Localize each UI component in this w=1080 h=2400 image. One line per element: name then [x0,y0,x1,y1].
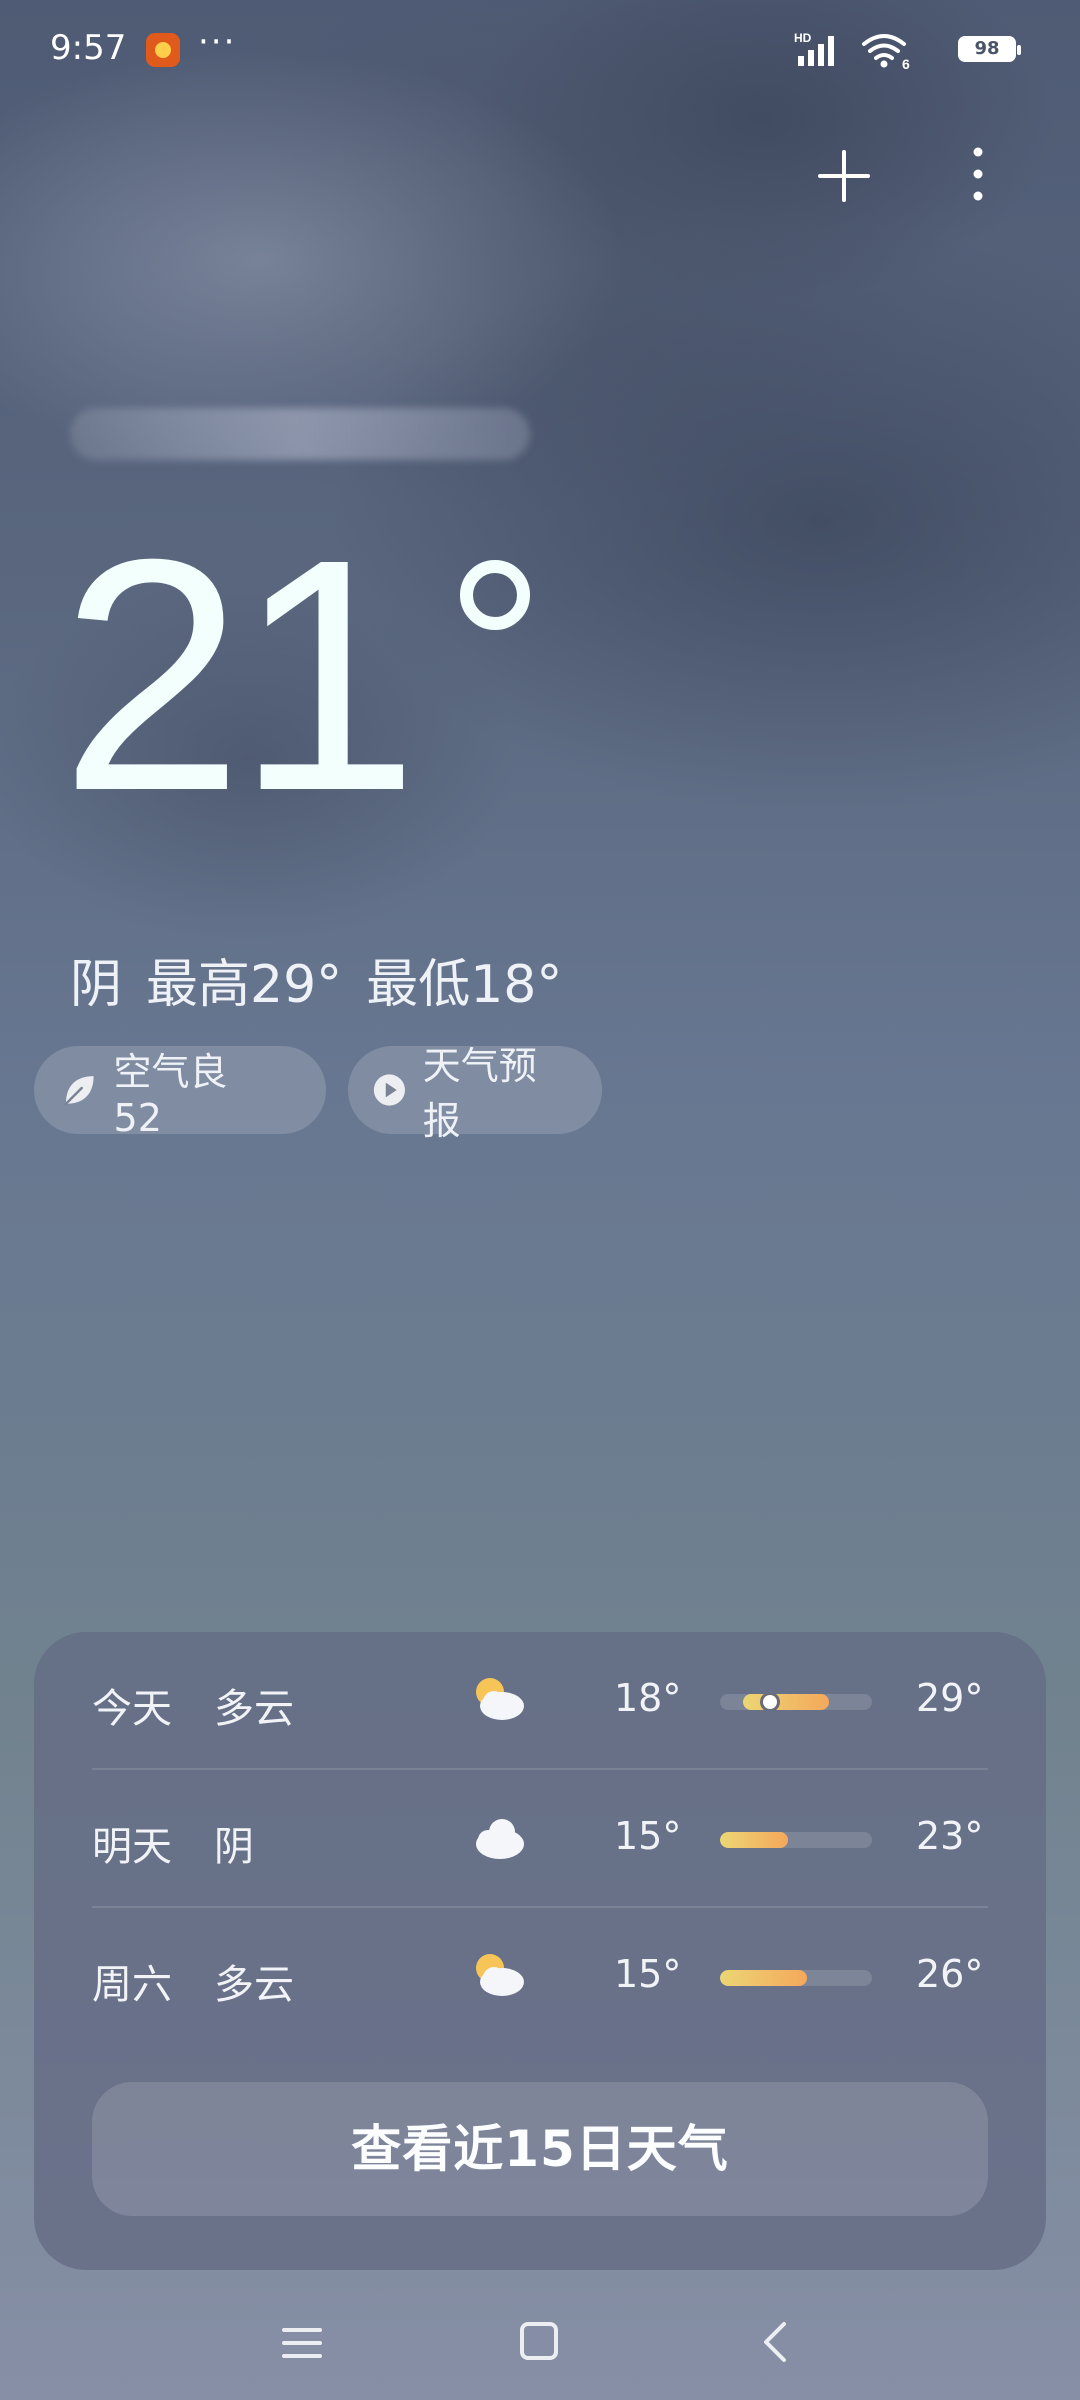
forecast-day: 明天 [92,1824,172,1870]
partly-cloudy-icon [476,1954,524,1996]
forecast-day: 今天 [92,1686,172,1732]
air-quality-label: 空气良 52 [113,1049,228,1140]
forecast-condition: 多云 [214,1962,294,2008]
forecast-row-saturday[interactable]: 周六 多云 15° 26° [34,1908,1046,2046]
add-city-button[interactable] [814,146,874,206]
recent-apps-icon[interactable] [282,2326,322,2360]
status-bar: 9:57 ··· HD 6 98 [0,0,1080,100]
air-quality-chip[interactable]: 空气良 52 [34,1046,326,1140]
forecast-row-tomorrow[interactable]: 明天 阴 15° 23° [34,1770,1046,1908]
temperature-range-bar [720,1694,872,1710]
weather-video-label: 天气预报 [422,1044,537,1143]
forecast-high: 29° [916,1676,984,1720]
temperature-range-bar [720,1832,872,1848]
forecast-high: 23° [916,1814,984,1858]
forecast-condition: 多云 [214,1686,294,1732]
weather-summary: 阴最高29° 最低18° [70,942,586,1017]
forecast-high: 26° [916,1952,984,1996]
current-temperature: 21 [60,490,419,859]
wifi-tag-label: 6 [902,56,910,70]
play-icon [373,1074,405,1106]
view-15-day-forecast-button[interactable]: 查看近15日天气 [92,2082,988,2216]
degree-symbol-icon [460,560,530,630]
wifi-icon: 6 [860,30,912,74]
forecast-row-today[interactable]: 今天 多云 18° 29° [34,1632,1046,1770]
kebab-icon [973,147,983,201]
forecast-low: 15° [614,1952,682,1996]
network-tag-label: HD [794,31,812,45]
partly-cloudy-icon [476,1678,524,1720]
forecast-low: 15° [614,1814,682,1858]
current-condition: 阴 [70,955,123,1015]
forecast-condition: 阴 [214,1824,254,1870]
back-icon[interactable] [760,2320,790,2364]
home-icon[interactable] [520,2322,558,2360]
forecast-day: 周六 [92,1962,172,2008]
leaf-icon [64,1076,94,1106]
notification-app-icon [146,33,180,67]
today-low: 最低18° [366,955,563,1015]
location-name-redacted[interactable] [70,408,530,460]
temperature-range-fill [720,1832,789,1848]
notification-overflow-icon: ··· [198,22,237,62]
today-high: 最高29° [146,955,343,1015]
plus-icon [818,150,870,202]
more-options-button[interactable] [960,144,996,204]
status-time: 9:57 [50,28,127,68]
forecast-card: 今天 多云 18° 29° 明天 阴 15° 23° 周六 多云 15° 26°… [34,1632,1046,2270]
cloudy-icon [476,1819,524,1859]
battery-indicator: 98 [958,36,1021,62]
system-navigation-bar [0,2290,1080,2400]
temperature-range-bar [720,1970,872,1986]
temperature-range-fill [742,1694,830,1710]
cellular-signal-icon: HD [794,30,850,74]
temperature-range-fill [720,1970,807,1986]
weather-video-chip[interactable]: 天气预报 [348,1044,602,1143]
forecast-low: 18° [614,1676,682,1720]
